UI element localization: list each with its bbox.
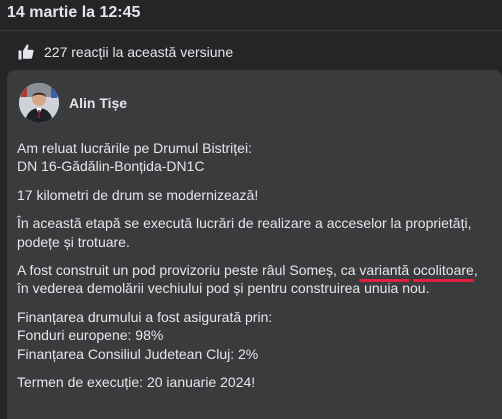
post-author[interactable]: Alin Tișe xyxy=(19,83,127,123)
reactions-summary[interactable]: 227 reacții la această versiune xyxy=(16,42,233,62)
text-line: DN 16-Gădălin-Bonțida-DN1C xyxy=(17,158,205,175)
reactions-count: 227 reacții la această versiune xyxy=(44,44,234,60)
paragraph-stage: În această etapă se execută lucrări de r… xyxy=(17,215,472,250)
paragraph-length: 17 kilometri de drum se modernizează! xyxy=(17,186,259,203)
paragraph-bridge: A fost construit un pod provizoriu peste… xyxy=(17,261,492,298)
author-name[interactable]: Alin Tișe xyxy=(69,95,127,111)
post-version-card: Alin Tișe Am reluat lucrările pe Drumul … xyxy=(7,70,502,419)
thumbs-up-icon xyxy=(16,42,36,62)
paragraph-deadline: Termen de execuție: 20 ianuarie 2024! xyxy=(17,374,256,391)
paragraph-route: Am reluat lucrările pe Drumul Bistriței:… xyxy=(17,139,492,176)
highlighted-word: variantă xyxy=(359,262,410,279)
text-line: Finanțarea Consiliul Judetean Cluj: 2% xyxy=(17,345,259,362)
divider xyxy=(0,30,502,31)
text-line: Am reluat lucrările pe Drumul Bistriței: xyxy=(17,140,252,156)
paragraph-funding: Finanțarea drumului a fost asigurată pri… xyxy=(17,308,492,363)
post-text: Am reluat lucrările pe Drumul Bistriței:… xyxy=(17,139,492,401)
text-segment: A fost construit un pod provizoriu peste… xyxy=(17,262,360,279)
edit-history-view: 14 martie la 12:45 227 reacții la aceast… xyxy=(0,0,502,419)
author-avatar[interactable] xyxy=(19,83,59,123)
text-line: Fonduri europene: 98% xyxy=(17,327,164,344)
highlighted-word: ocolitoare xyxy=(413,262,474,279)
version-date: 14 martie la 12:45 xyxy=(7,4,141,21)
text-line: Finanțarea drumului a fost asigurată pri… xyxy=(17,308,273,325)
